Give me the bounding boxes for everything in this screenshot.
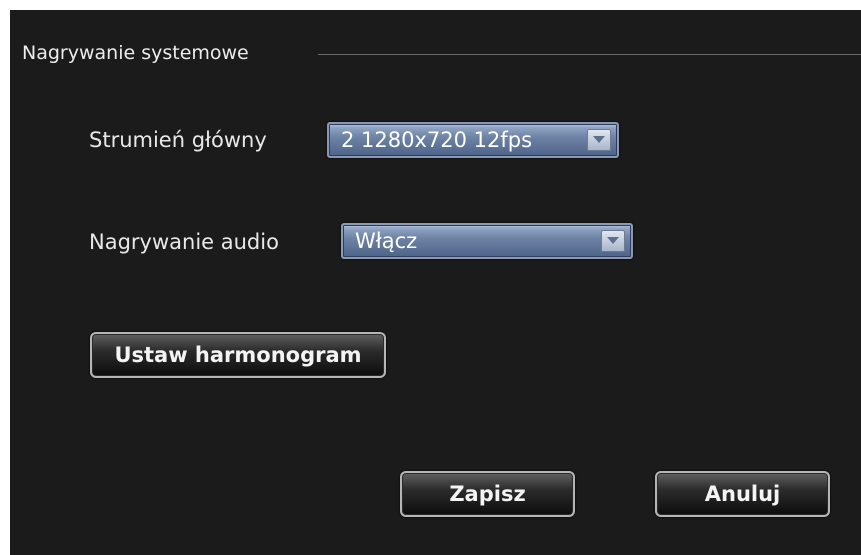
system-recording-panel: Nagrywanie systemowe Strumień główny 2 1… [10, 10, 861, 555]
audio-recording-label: Nagrywanie audio [89, 230, 279, 254]
chevron-down-icon[interactable] [601, 230, 625, 252]
audio-recording-value: Włącz [355, 229, 418, 253]
main-stream-select[interactable]: 2 1280x720 12fps [327, 122, 619, 158]
cancel-button[interactable]: Anuluj [655, 471, 830, 517]
main-stream-label: Strumień główny [89, 128, 267, 152]
save-button[interactable]: Zapisz [400, 471, 575, 517]
group-header: Nagrywanie systemowe [10, 40, 861, 66]
set-schedule-button[interactable]: Ustaw harmonogram [90, 332, 386, 378]
group-title: Nagrywanie systemowe [22, 42, 249, 64]
audio-recording-select[interactable]: Włącz [341, 223, 633, 259]
group-divider [318, 54, 861, 55]
main-stream-value: 2 1280x720 12fps [341, 128, 533, 152]
chevron-down-icon[interactable] [587, 129, 611, 151]
